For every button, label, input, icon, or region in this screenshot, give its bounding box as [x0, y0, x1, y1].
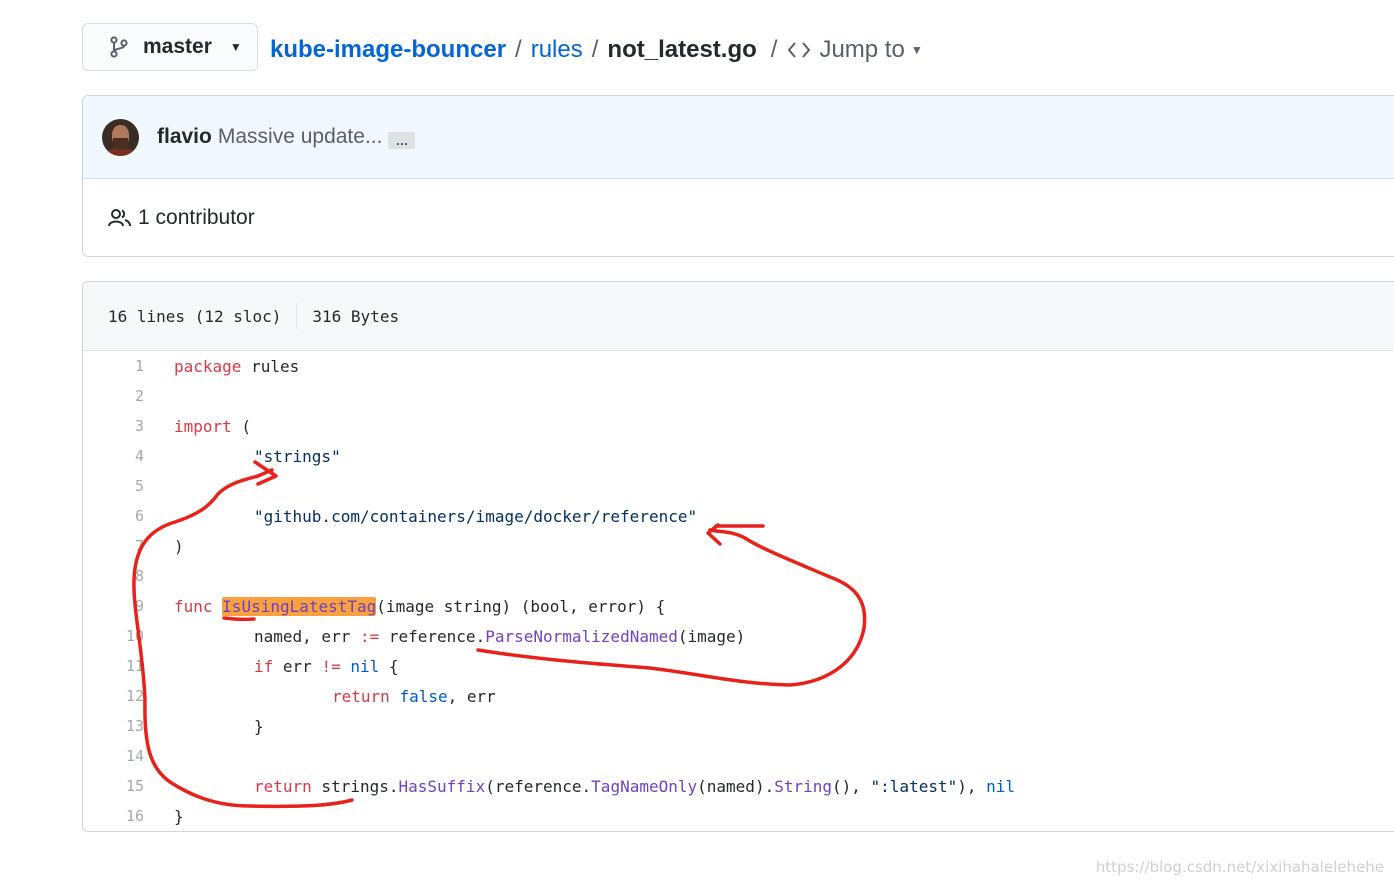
- file-info-bar: 16 lines (12 sloc) 316 Bytes: [83, 282, 1394, 351]
- code-text: ): [174, 536, 184, 556]
- code-line: 3 import (: [83, 411, 1383, 441]
- commit-box: flavio Massive update... … 1 contributor: [82, 95, 1394, 257]
- code-text: named, err := reference.ParseNormalizedN…: [254, 626, 746, 646]
- expand-commit-button[interactable]: …: [388, 131, 416, 149]
- code-line: 10 named, err := reference.ParseNormaliz…: [83, 621, 1383, 651]
- line-number[interactable]: 16: [83, 807, 144, 825]
- line-number[interactable]: 5: [83, 477, 144, 495]
- breadcrumb-folder-link[interactable]: rules: [531, 36, 583, 64]
- code-line: 2: [83, 381, 1383, 411]
- code-text: import (: [174, 416, 252, 436]
- file-lines-info: 16 lines (12 sloc): [108, 306, 282, 326]
- line-number[interactable]: 9: [83, 597, 144, 615]
- breadcrumb-repo-link[interactable]: kube-image-bouncer: [270, 36, 506, 64]
- line-number[interactable]: 12: [83, 687, 144, 705]
- code-text: if err != nil {: [254, 656, 399, 676]
- code-text: }: [174, 806, 184, 826]
- code-text: package rules: [174, 356, 300, 376]
- breadcrumb-separator: /: [591, 36, 599, 63]
- search-highlight: IsUsingLatestTag: [222, 596, 377, 616]
- code-line: 1 package rules: [83, 351, 1383, 381]
- code-line: 13 }: [83, 711, 1383, 741]
- code-icon: [788, 42, 811, 58]
- divider: [296, 302, 298, 330]
- watermark: https://blog.csdn.net/xixihahalelehehe: [1095, 858, 1384, 876]
- code-text: return strings.HasSuffix(reference.TagNa…: [254, 776, 1016, 796]
- jump-to-label: Jump to: [819, 36, 905, 63]
- line-number[interactable]: 14: [83, 747, 144, 765]
- chevron-down-icon: ▼: [229, 40, 242, 54]
- branch-label: master: [143, 35, 212, 58]
- code-text: func IsUsingLatestTag(image string) (boo…: [174, 596, 666, 616]
- code-line: 12 return false, err: [83, 681, 1383, 711]
- breadcrumb-file-name: not_latest.go: [607, 36, 757, 63]
- code-line: 5: [83, 471, 1383, 501]
- branch-select-button[interactable]: master ▼: [82, 23, 258, 71]
- line-number[interactable]: 4: [83, 447, 144, 465]
- code-line: 11 if err != nil {: [83, 651, 1383, 681]
- code-line: 7 ): [83, 531, 1383, 561]
- commit-message[interactable]: Massive update...: [218, 125, 383, 149]
- code-text: return false, err: [332, 686, 496, 706]
- code-line: 9 func IsUsingLatestTag(image string) (b…: [83, 591, 1383, 621]
- code-text: "strings": [254, 446, 341, 466]
- breadcrumb-separator: /: [515, 36, 522, 63]
- line-number[interactable]: 10: [83, 627, 144, 645]
- line-number[interactable]: 11: [83, 657, 144, 675]
- code-line: 14: [83, 741, 1383, 771]
- people-icon: [108, 209, 131, 227]
- code-line: 16 }: [83, 801, 1383, 831]
- line-number[interactable]: 15: [83, 777, 144, 795]
- file-size-info: 316 Bytes: [312, 306, 400, 326]
- contributors-label: 1 contributor: [138, 206, 255, 229]
- jump-to-button[interactable]: Jump to ▼: [787, 36, 923, 64]
- code-text: }: [254, 716, 264, 736]
- line-number[interactable]: 2: [83, 387, 144, 405]
- line-number[interactable]: 8: [83, 567, 144, 585]
- commit-author-link[interactable]: flavio: [157, 125, 212, 149]
- latest-commit-bar: flavio Massive update... …: [83, 96, 1394, 179]
- line-number[interactable]: 6: [83, 507, 144, 525]
- file-box: 16 lines (12 sloc) 316 Bytes 1 package r…: [82, 281, 1394, 832]
- breadcrumb-separator: /: [770, 36, 778, 63]
- code-text: "github.com/containers/image/docker/refe…: [254, 506, 698, 526]
- line-number[interactable]: 13: [83, 717, 144, 735]
- git-branch-icon: [110, 36, 128, 58]
- contributors-row[interactable]: 1 contributor: [83, 179, 1394, 256]
- line-number[interactable]: 7: [83, 537, 144, 555]
- breadcrumb: kube-image-bouncer / rules / not_latest.…: [270, 30, 923, 70]
- avatar[interactable]: [102, 118, 139, 156]
- line-number[interactable]: 1: [83, 357, 144, 375]
- code-line: 15 return strings.HasSuffix(reference.Ta…: [83, 771, 1383, 801]
- code-line: 8: [83, 561, 1383, 591]
- code-line: 4 "strings": [83, 441, 1383, 471]
- code-line: 6 "github.com/containers/image/docker/re…: [83, 501, 1383, 531]
- chevron-down-icon: ▼: [910, 43, 923, 57]
- line-number[interactable]: 3: [83, 417, 144, 435]
